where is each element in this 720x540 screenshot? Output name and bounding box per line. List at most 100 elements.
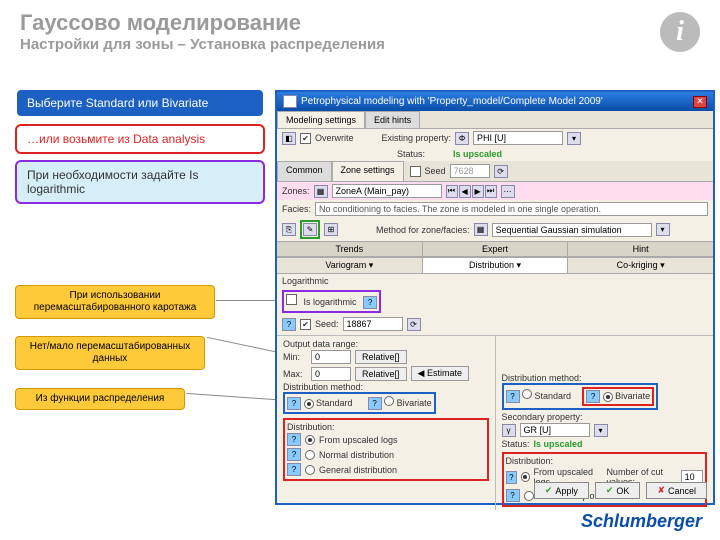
subtab-hint[interactable]: Hint: [568, 242, 713, 256]
min-label: Min:: [283, 352, 307, 362]
overwrite-checkbox[interactable]: ✔: [300, 133, 311, 144]
dropdown-icon[interactable]: ▾: [567, 132, 581, 145]
callout-standard-bivariate: Выберите Standard или Bivariate: [15, 88, 265, 118]
seed2-field[interactable]: 18867: [343, 317, 403, 331]
seed2-label: Seed:: [315, 319, 339, 329]
zone-extra-icon[interactable]: ⋯: [501, 185, 515, 198]
method-dropdown-icon[interactable]: ▾: [656, 223, 670, 236]
apply-button[interactable]: ✔Apply: [534, 482, 589, 499]
standard-label-left: Standard: [316, 398, 353, 408]
seed-help-icon[interactable]: ?: [282, 318, 296, 331]
h2-icon[interactable]: ?: [287, 448, 301, 461]
h5-icon[interactable]: ?: [506, 489, 520, 502]
h3-icon[interactable]: ?: [287, 463, 301, 476]
zone-nav[interactable]: ⏮ ◀ ▶ ⏭: [446, 185, 497, 198]
existing-property-field[interactable]: PHI [U]: [473, 131, 563, 145]
first-icon[interactable]: ⏮: [446, 185, 458, 198]
tool-icon-3[interactable]: ⊞: [324, 223, 338, 236]
standard-radio-right[interactable]: [522, 389, 532, 399]
max-label: Max:: [283, 369, 307, 379]
status-value: Is upscaled: [453, 149, 502, 159]
seed2-checkbox[interactable]: ✔: [300, 319, 311, 330]
from-crossplot-radio[interactable]: [524, 491, 534, 501]
secondary-label: Secondary property:: [502, 412, 583, 422]
cancel-button[interactable]: ✘Cancel: [646, 482, 707, 499]
subtab-variogram[interactable]: Variogram ▾: [277, 258, 423, 273]
secondary-field[interactable]: GR [U]: [520, 423, 590, 437]
h1-icon[interactable]: ?: [287, 433, 301, 446]
prev-icon[interactable]: ◀: [459, 185, 471, 198]
from-upscaled-label: From upscaled logs: [319, 435, 398, 445]
tab-common[interactable]: Common: [277, 161, 332, 181]
std-help-icon[interactable]: ?: [287, 397, 301, 410]
method-field[interactable]: Sequential Gaussian simulation: [492, 223, 652, 237]
min-relative-button[interactable]: Relative[]: [355, 350, 407, 364]
window-title: Petrophysical modeling with 'Property_mo…: [301, 96, 603, 107]
page-title: Гауссово моделирование: [20, 10, 700, 36]
subtab-distribution[interactable]: Distribution ▾: [423, 258, 569, 273]
is-logarithmic-label: Is logarithmic: [304, 297, 357, 307]
property-icon: ◧: [282, 132, 296, 145]
general-dist-radio[interactable]: [305, 465, 315, 475]
existing-label: Existing property:: [382, 133, 452, 143]
annot-distribution-fn: Из функции распределения: [15, 388, 185, 410]
seed2-refresh-icon[interactable]: ⟳: [407, 318, 421, 331]
status2-label: Status:: [502, 439, 530, 449]
from-upscaled-radio[interactable]: [305, 435, 315, 445]
global-seed-checkbox[interactable]: [410, 166, 421, 177]
tab-edit-hints[interactable]: Edit hints: [365, 111, 420, 128]
biv-help-icon-r[interactable]: ?: [586, 390, 600, 403]
biv-help-icon[interactable]: ?: [368, 397, 382, 410]
normal-dist-label: Normal distribution: [319, 450, 394, 460]
callout-data-analysis: …или возьмите из Data analysis: [15, 124, 265, 154]
ok-button[interactable]: ✔OK: [595, 482, 641, 499]
tool-icon-1[interactable]: ⎘: [282, 223, 296, 236]
dist-method-label-left: Distribution method:: [283, 382, 489, 392]
bivariate-label-right: Bivariate: [615, 391, 650, 401]
close-icon[interactable]: ✕: [693, 96, 707, 108]
max-field[interactable]: 0: [311, 367, 351, 381]
max-relative-button[interactable]: Relative[]: [355, 367, 407, 381]
output-range-label: Output data range:: [283, 339, 489, 349]
status2-value: Is upscaled: [534, 439, 583, 449]
facies-label: Facies:: [282, 204, 311, 214]
gamma-icon: γ: [502, 424, 516, 437]
facies-field[interactable]: No conditioning to facies. The zone is m…: [315, 202, 708, 216]
status-label: Status:: [397, 149, 425, 159]
dist-method-label-right: Distribution method:: [502, 373, 708, 383]
log-help-icon[interactable]: ?: [363, 296, 377, 309]
zones-label: Zones:: [282, 186, 310, 196]
dist-group-right: Distribution:: [506, 456, 704, 466]
bivariate-radio-right[interactable]: [603, 392, 613, 402]
global-seed-field[interactable]: 7628: [450, 164, 490, 178]
min-field[interactable]: 0: [311, 350, 351, 364]
std-help-icon-r[interactable]: ?: [506, 390, 520, 403]
last-icon[interactable]: ⏭: [485, 185, 497, 198]
method-icon: ▦: [474, 223, 488, 236]
tab-zone-settings[interactable]: Zone settings: [332, 161, 404, 181]
estimate-button[interactable]: ◀ Estimate: [411, 366, 469, 381]
normal-dist-radio[interactable]: [305, 450, 315, 460]
from-upscaled-radio-r[interactable]: [521, 472, 529, 482]
subtab-cokriging[interactable]: Co-kriging ▾: [568, 258, 713, 273]
annot-upscaled-log: При использовании перемасштабированного …: [15, 285, 215, 319]
h4-icon[interactable]: ?: [506, 471, 518, 484]
standard-radio-left[interactable]: [304, 399, 314, 409]
annot-no-upscaled: Нет/мало перемасштабированных данных: [15, 336, 205, 370]
is-logarithmic-checkbox[interactable]: [286, 294, 297, 305]
phi-icon: Φ: [455, 132, 469, 145]
bivariate-radio-left[interactable]: [384, 396, 394, 406]
tab-modeling-settings[interactable]: Modeling settings: [277, 111, 365, 128]
bivariate-label-left: Bivariate: [397, 398, 432, 408]
logarithmic-group: Logarithmic: [282, 276, 329, 286]
tool-icon-2[interactable]: ✎: [303, 223, 317, 236]
secondary-dropdown-icon[interactable]: ▾: [594, 424, 608, 437]
next-icon[interactable]: ▶: [472, 185, 484, 198]
titlebar[interactable]: ◆ Petrophysical modeling with 'Property_…: [277, 92, 713, 111]
zone-field[interactable]: ZoneA (Main_pay): [332, 184, 442, 198]
schlumberger-logo: Schlumberger: [581, 511, 702, 532]
refresh-seed-icon[interactable]: ⟳: [494, 165, 508, 178]
global-seed-label: Seed: [425, 166, 446, 176]
subtab-expert[interactable]: Expert: [423, 242, 569, 256]
subtab-trends[interactable]: Trends: [277, 242, 423, 256]
